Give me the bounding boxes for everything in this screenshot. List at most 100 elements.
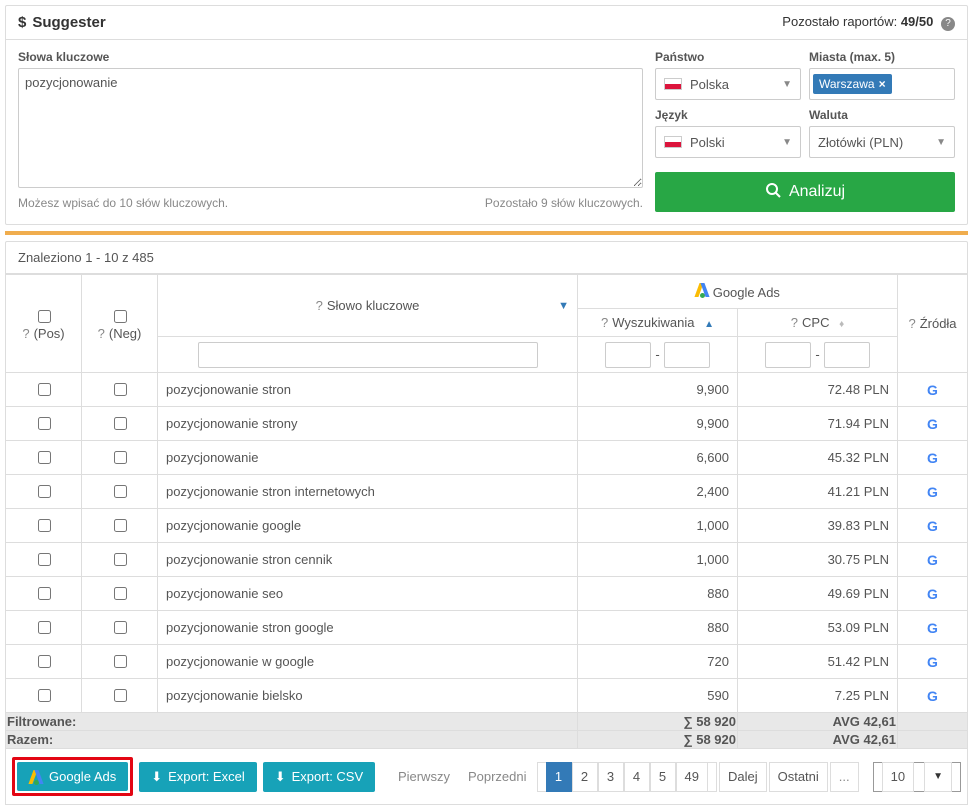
filter-cpc-min[interactable]: [765, 342, 811, 368]
help-icon[interactable]: ?: [22, 326, 29, 341]
reports-label: Pozostało raportów:: [782, 14, 897, 29]
cell-source: G: [898, 509, 968, 543]
pos-checkbox[interactable]: [38, 689, 51, 702]
filter-keyword-input[interactable]: [198, 342, 538, 368]
keywords-textarea[interactable]: pozycjonowanie: [18, 68, 643, 188]
cell-keyword: pozycjonowanie stron cennik: [158, 543, 578, 577]
country-select[interactable]: Polska ▼: [655, 68, 801, 100]
currency-select[interactable]: Złotówki (PLN) ▼: [809, 126, 955, 158]
city-tag[interactable]: Warszawa ×: [813, 74, 892, 94]
pager-next[interactable]: Dalej: [719, 762, 767, 792]
cities-input[interactable]: Warszawa ×: [809, 68, 955, 100]
help-icon[interactable]: ?: [908, 316, 915, 331]
currency-label: Waluta: [809, 108, 955, 122]
keywords-hint-right: Pozostało 9 słów kluczowych.: [485, 196, 643, 210]
filtered-label: Filtrowane:: [6, 713, 578, 731]
neg-checkbox[interactable]: [114, 383, 127, 396]
pager-first[interactable]: Pierwszy: [390, 762, 458, 792]
pager-ellipsis[interactable]: ...: [830, 762, 859, 792]
cell-source: G: [898, 645, 968, 679]
filter-cpc-max[interactable]: [824, 342, 870, 368]
neg-checkbox-all[interactable]: [114, 310, 127, 323]
pos-checkbox[interactable]: [38, 451, 51, 464]
filter-cpc-cell: -: [738, 337, 898, 373]
col-searches[interactable]: ?Wyszukiwania ▲: [578, 309, 738, 337]
export-csv-button[interactable]: ⬇ Export: CSV: [263, 762, 375, 792]
pos-checkbox[interactable]: [38, 621, 51, 634]
pos-checkbox[interactable]: [38, 519, 51, 532]
export-excel-button[interactable]: ⬇ Export: Excel: [139, 762, 257, 792]
help-icon[interactable]: ?: [98, 326, 105, 341]
cell-source: G: [898, 373, 968, 407]
pager-page[interactable]: 2: [572, 762, 598, 792]
pos-checkbox[interactable]: [38, 587, 51, 600]
cell-cpc: 7.25 PLN: [738, 679, 898, 713]
neg-checkbox[interactable]: [114, 553, 127, 566]
cities-label: Miasta (max. 5): [809, 50, 955, 64]
page-size-select[interactable]: 10 ▼: [873, 762, 961, 792]
cell-keyword: pozycjonowanie: [158, 441, 578, 475]
pager-page[interactable]: 5: [650, 762, 676, 792]
neg-checkbox[interactable]: [114, 417, 127, 430]
panel-header: $ Suggester Pozostało raportów: 49/50 ?: [6, 6, 967, 40]
google-ads-button[interactable]: Google Ads: [17, 762, 128, 791]
filtered-avg-cpc: AVG 42,61: [738, 713, 898, 731]
total-sum-searches: ∑ 58 920: [578, 731, 738, 749]
neg-checkbox[interactable]: [114, 655, 127, 668]
pos-checkbox[interactable]: [38, 655, 51, 668]
close-icon[interactable]: ×: [879, 77, 886, 91]
filter-searches-min[interactable]: [605, 342, 651, 368]
pager-page[interactable]: 1: [546, 762, 572, 792]
cell-searches: 1,000: [578, 509, 738, 543]
pager-page[interactable]: 3: [598, 762, 624, 792]
cell-source: G: [898, 407, 968, 441]
neg-checkbox[interactable]: [114, 485, 127, 498]
cell-searches: 1,000: [578, 543, 738, 577]
cell-source: G: [898, 679, 968, 713]
neg-checkbox[interactable]: [114, 689, 127, 702]
table-row: pozycjonowanie strony9,90071.94 PLNG: [6, 407, 968, 441]
help-icon[interactable]: ?: [941, 17, 955, 31]
language-select[interactable]: Polski ▼: [655, 126, 801, 158]
sort-icon[interactable]: ♦: [839, 319, 844, 330]
pager-prev[interactable]: Poprzedni: [460, 762, 535, 792]
help-icon[interactable]: ?: [791, 315, 798, 330]
cell-cpc: 41.21 PLN: [738, 475, 898, 509]
help-icon[interactable]: ?: [316, 298, 323, 313]
cell-searches: 880: [578, 577, 738, 611]
col-cpc[interactable]: ?CPC ♦: [738, 309, 898, 337]
pager-page[interactable]: 49: [676, 762, 708, 792]
google-ads-button-highlight: Google Ads: [12, 757, 133, 796]
pos-checkbox[interactable]: [38, 417, 51, 430]
total-row: Razem: ∑ 58 920 AVG 42,61: [6, 731, 968, 749]
pager-last[interactable]: Ostatni: [769, 762, 828, 792]
pos-checkbox[interactable]: [38, 553, 51, 566]
analyze-button[interactable]: Analizuj: [655, 172, 955, 212]
pos-checkbox-all[interactable]: [38, 310, 51, 323]
pos-checkbox[interactable]: [38, 383, 51, 396]
col-pos: ?(Pos): [6, 275, 82, 373]
table-row: pozycjonowanie stron internetowych2,4004…: [6, 475, 968, 509]
poland-flag-icon: [664, 78, 682, 90]
help-icon[interactable]: ?: [601, 315, 608, 330]
filter-searches-max[interactable]: [664, 342, 710, 368]
sort-asc-icon[interactable]: ▲: [704, 319, 714, 330]
cell-cpc: 51.42 PLN: [738, 645, 898, 679]
neg-checkbox[interactable]: [114, 621, 127, 634]
analyze-button-label: Analizuj: [789, 183, 845, 201]
page-title: $ Suggester: [18, 14, 106, 31]
col-keyword[interactable]: ?Słowo kluczowe ▼: [158, 275, 578, 337]
neg-checkbox[interactable]: [114, 587, 127, 600]
neg-checkbox[interactable]: [114, 451, 127, 464]
cell-cpc: 72.48 PLN: [738, 373, 898, 407]
cell-searches: 720: [578, 645, 738, 679]
pos-checkbox[interactable]: [38, 485, 51, 498]
pagination: Pierwszy Poprzedni 1234549 Dalej Ostatni…: [390, 762, 961, 792]
sort-icon[interactable]: ▼: [558, 300, 569, 312]
google-icon: G: [927, 518, 938, 534]
neg-checkbox[interactable]: [114, 519, 127, 532]
pager-page[interactable]: 4: [624, 762, 650, 792]
google-ads-icon: [695, 283, 709, 297]
cell-source: G: [898, 577, 968, 611]
reports-value: 49/50: [901, 14, 934, 29]
